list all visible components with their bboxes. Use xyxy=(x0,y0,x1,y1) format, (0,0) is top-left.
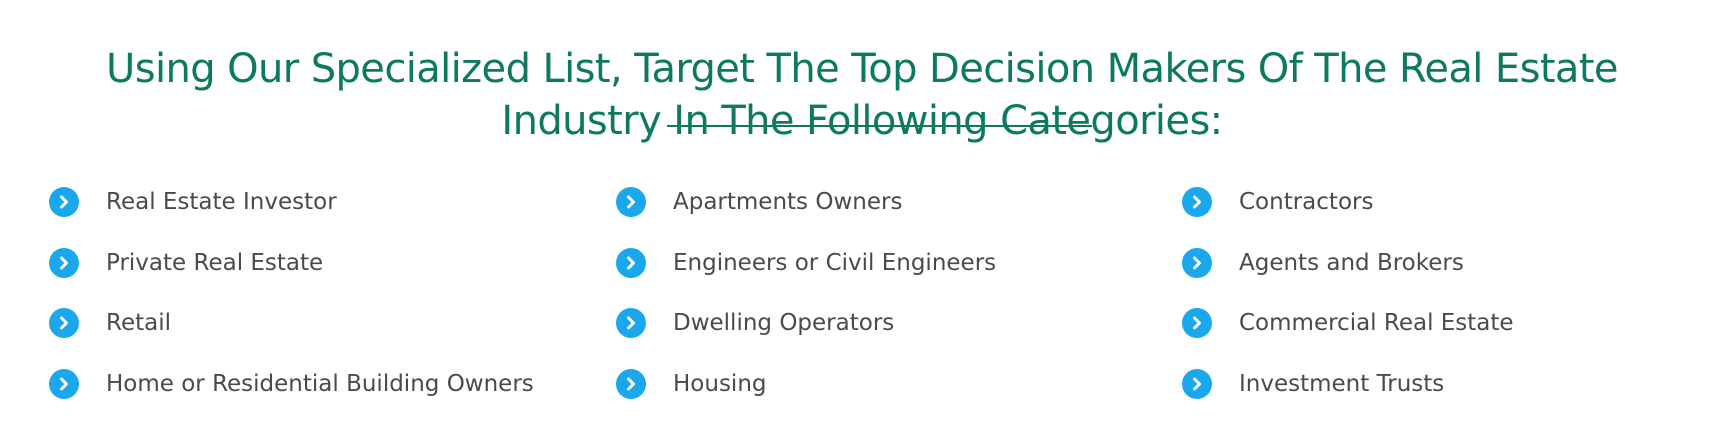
category-label: Housing xyxy=(673,370,767,397)
category-list-item: Private Real Estate xyxy=(49,247,609,309)
category-column-3: Contractors Agents and Brokers Commercial … xyxy=(1182,187,1724,427)
category-list-item: Investment Trusts xyxy=(1182,368,1724,427)
category-label: Retail xyxy=(106,310,171,336)
category-list-item: Retail xyxy=(49,308,609,369)
category-list-item: Engineers or Civil Engineers xyxy=(616,247,1176,309)
chevron-right-circle-icon xyxy=(49,308,79,338)
category-list-item: Contractors xyxy=(1182,187,1724,248)
category-label: Dwelling Operators xyxy=(673,310,895,336)
category-label: Investment Trusts xyxy=(1239,370,1445,397)
category-label: Contractors xyxy=(1239,189,1374,215)
categories-section: Using Our Specialized List, Target The T… xyxy=(0,0,1724,427)
chevron-right-circle-icon xyxy=(1182,368,1212,399)
chevron-right-circle-icon xyxy=(49,187,79,217)
category-list-item: Home or Residential Building Owners xyxy=(49,368,609,427)
chevron-right-circle-icon xyxy=(1182,247,1212,278)
category-columns: Real Estate Investor Private Real Estate R… xyxy=(0,187,1724,427)
category-label: Private Real Estate xyxy=(106,249,324,276)
chevron-right-circle-icon xyxy=(1182,187,1212,217)
chevron-right-circle-icon xyxy=(1182,308,1212,338)
category-list-item: Agents and Brokers xyxy=(1182,247,1724,309)
chevron-right-circle-icon xyxy=(49,368,79,399)
category-list-item: Real Estate Investor xyxy=(49,187,609,248)
heading-line-1: Using Our Specialized List, Target The T… xyxy=(106,46,1618,93)
category-list-item: Apartments Owners xyxy=(616,187,1176,248)
category-label: Agents and Brokers xyxy=(1239,249,1464,276)
heading-underline xyxy=(667,125,1092,127)
chevron-right-circle-icon xyxy=(616,368,646,399)
category-label: Apartments Owners xyxy=(673,189,903,215)
chevron-right-circle-icon xyxy=(616,247,646,278)
category-label: Real Estate Investor xyxy=(106,189,337,215)
chevron-right-circle-icon xyxy=(49,247,79,278)
section-heading: Using Our Specialized List, Target The T… xyxy=(0,43,1724,147)
category-list-item: Commercial Real Estate xyxy=(1182,308,1724,369)
category-column-2: Apartments Owners Engineers or Civil Engi… xyxy=(616,187,1176,427)
chevron-right-circle-icon xyxy=(616,187,646,217)
chevron-right-circle-icon xyxy=(616,308,646,338)
category-label: Commercial Real Estate xyxy=(1239,310,1514,336)
category-list-item: Dwelling Operators xyxy=(616,308,1176,369)
heading-line-2: Industry In The Following Categories: xyxy=(501,98,1223,145)
category-list-item: Housing xyxy=(616,368,1176,427)
category-label: Home or Residential Building Owners xyxy=(106,370,534,397)
category-label: Engineers or Civil Engineers xyxy=(673,249,997,276)
category-column-1: Real Estate Investor Private Real Estate R… xyxy=(49,187,609,427)
